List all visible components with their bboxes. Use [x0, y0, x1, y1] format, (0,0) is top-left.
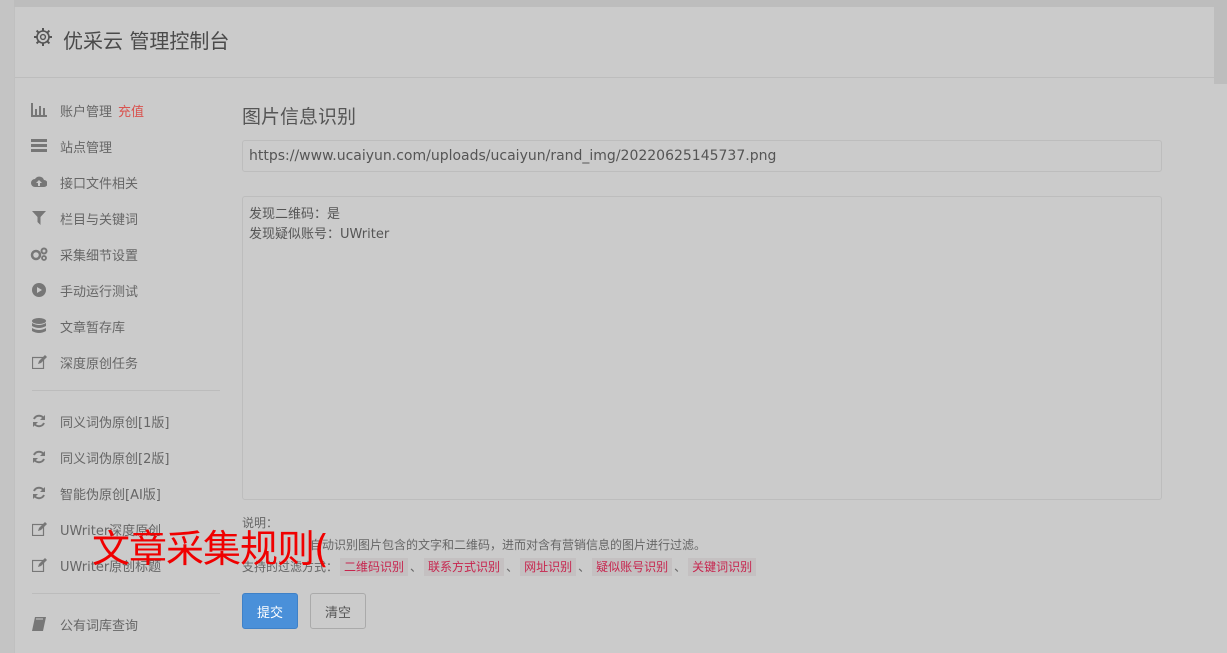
- filter-icon: [30, 210, 48, 226]
- bar-chart-icon: [30, 102, 48, 118]
- filter-tag: 疑似账号识别: [592, 558, 673, 576]
- notes-label: 说明：: [242, 516, 279, 530]
- notes-block: 说明： 自动识别图片包含的文字和二维码，进而对含有营销信息的图片进行过滤。 支持…: [242, 512, 1148, 578]
- sidebar-item-label: 账户管理: [60, 104, 113, 120]
- edit-icon: [30, 521, 48, 537]
- result-line: 发现二维码：是: [249, 207, 341, 222]
- sidebar-item-label: 栏目与关键词: [60, 212, 139, 228]
- sidebar-item-collect-settings[interactable]: 采集细节设置: [26, 236, 222, 272]
- sidebar-item-label: 接口文件相关: [60, 176, 139, 192]
- sidebar-item-manual-test[interactable]: 手动运行测试: [26, 272, 222, 308]
- filters-row: 支持的过滤方式： 二维码识别、联系方式识别、网址识别、疑似账号识别、关键词识别: [242, 556, 1148, 578]
- refresh-icon: [30, 485, 48, 501]
- sidebar-item-label: 手动运行测试: [60, 284, 139, 300]
- server-icon: [30, 138, 48, 154]
- cogs-icon: [30, 246, 48, 262]
- sidebar-item-interface[interactable]: 接口文件相关: [26, 164, 222, 200]
- result-textarea[interactable]: 发现二维码：是 发现疑似账号：UWriter: [242, 196, 1162, 500]
- console-header: 优采云 管理控制台: [15, 7, 1227, 78]
- image-url-input[interactable]: https://www.ucaiyun.com/uploads/ucaiyun/…: [242, 140, 1162, 172]
- book-icon: [30, 616, 48, 632]
- sidebar-item-label: 公有词库查询: [60, 618, 139, 634]
- sidebar-item-label: 同义词伪原创[1版]: [60, 415, 170, 431]
- sidebar-item-sites[interactable]: 站点管理: [26, 128, 222, 164]
- scrollbar-track[interactable]: [1214, 7, 1227, 84]
- sidebar-item-label: 采集细节设置: [60, 248, 139, 264]
- filter-tag: 关键词识别: [688, 558, 757, 576]
- edit-icon: [30, 354, 48, 370]
- sidebar-divider: [32, 593, 220, 594]
- sidebar-item-label: 站点管理: [60, 140, 113, 156]
- filter-tag: 网址识别: [520, 558, 577, 576]
- play-circle-icon: [30, 282, 48, 298]
- edit-icon: [30, 557, 48, 573]
- left-gutter: [0, 0, 14, 653]
- sidebar-item-synonym-v1[interactable]: 同义词伪原创[1版]: [26, 403, 222, 439]
- sidebar-item-label: 同义词伪原创[2版]: [60, 451, 170, 467]
- sidebar-item-public-lexicon[interactable]: 公有词库查询: [26, 606, 222, 642]
- clear-button[interactable]: 清空: [310, 593, 366, 629]
- refresh-icon: [30, 449, 48, 465]
- database-icon: [30, 318, 48, 334]
- sidebar-item-label: 智能伪原创[AI版]: [60, 487, 161, 503]
- filter-tag: 联系方式识别: [424, 558, 505, 576]
- recharge-link[interactable]: 充值: [118, 101, 144, 120]
- refresh-icon: [30, 413, 48, 429]
- section-title: 图片信息识别: [242, 106, 357, 128]
- sidebar-item-article-store[interactable]: 文章暂存库: [26, 308, 222, 344]
- sidebar-item-deep-original[interactable]: 深度原创任务: [26, 344, 222, 380]
- result-line: 发现疑似账号：UWriter: [249, 227, 390, 242]
- filter-tag: 二维码识别: [340, 558, 409, 576]
- sidebar-item-synonym-v2[interactable]: 同义词伪原创[2版]: [26, 439, 222, 475]
- overlay-annotation: 文章采集规则(: [92, 527, 329, 571]
- gear-icon: [33, 27, 53, 47]
- cloud-upload-icon: [30, 174, 48, 190]
- sidebar-item-ai-rewrite[interactable]: 智能伪原创[AI版]: [26, 475, 222, 511]
- sidebar-item-label: 文章暂存库: [60, 320, 126, 336]
- sidebar-item-account[interactable]: 账户管理 充值: [26, 92, 222, 128]
- notes-description: 自动识别图片包含的文字和二维码，进而对含有营销信息的图片进行过滤。: [310, 538, 707, 552]
- submit-button[interactable]: 提交: [242, 593, 298, 629]
- sidebar-divider: [32, 390, 220, 391]
- page-title: 优采云 管理控制台: [63, 29, 230, 53]
- sidebar-item-label: 深度原创任务: [60, 356, 139, 372]
- sidebar-item-keywords[interactable]: 栏目与关键词: [26, 200, 222, 236]
